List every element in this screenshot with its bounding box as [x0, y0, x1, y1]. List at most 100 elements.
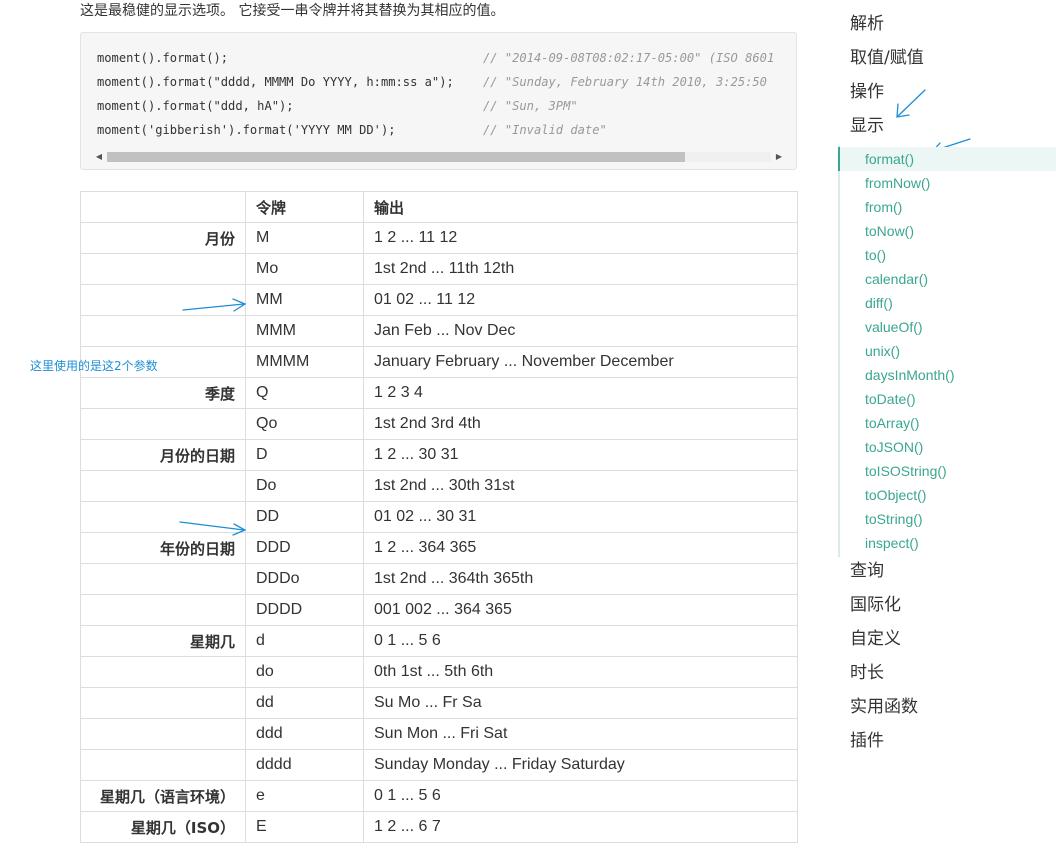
- sidebar-section-link[interactable]: 解析: [838, 10, 1056, 44]
- token-cell: MMM: [245, 315, 364, 347]
- table-row: MMMM January February ... November Decemb…: [80, 346, 798, 378]
- scroll-thumb[interactable]: [107, 152, 685, 162]
- token-cell: Q: [245, 377, 364, 409]
- code-call: moment().format("dddd, MMMM Do YYYY, h:m…: [97, 75, 454, 89]
- table-row: 年份的日期 DDD 1 2 ... 364 365: [80, 532, 798, 564]
- token-cell: dddd: [245, 749, 364, 781]
- output-cell: 1st 2nd ... 11th 12th: [363, 253, 798, 285]
- sidebar-item-link[interactable]: from(): [840, 195, 1056, 219]
- output-cell: Sunday Monday ... Friday Saturday: [363, 749, 798, 781]
- table-row: 月份 M 1 2 ... 11 12: [80, 222, 798, 254]
- output-cell: 001 002 ... 364 365: [363, 594, 798, 626]
- sidebar-section-link[interactable]: 取值/赋值: [838, 44, 1056, 78]
- code-line: moment().format("ddd, hA"); // "Sun, 3PM": [97, 94, 787, 118]
- token-category: [80, 501, 246, 533]
- sidebar-section-link[interactable]: 时长: [838, 659, 1056, 693]
- code-comment: // "2014-09-08T08:02:17-05:00" (ISO 8601: [483, 51, 775, 65]
- code-comment: // "Invalid date": [483, 123, 607, 137]
- sidebar-item-link[interactable]: to(): [840, 243, 1056, 267]
- code-comment: // "Sunday, February 14th 2010, 3:25:50: [483, 75, 767, 89]
- sidebar-section-link[interactable]: 显示: [838, 112, 1056, 146]
- sidebar-item-link[interactable]: toObject(): [840, 483, 1056, 507]
- token-category: 月份: [80, 222, 246, 254]
- code-block: moment().format(); // "2014-09-08T08:02:1…: [80, 32, 797, 170]
- token-cell: ddd: [245, 718, 364, 750]
- token-category: [80, 563, 246, 595]
- sidebar-item-link[interactable]: daysInMonth(): [840, 363, 1056, 387]
- table-row: 月份的日期 D 1 2 ... 30 31: [80, 439, 798, 471]
- sidebar-section-link[interactable]: 查询: [838, 557, 1056, 591]
- intro-text: 这是最稳健的显示选项。 它接受一串令牌并将其替换为其相应的值。: [80, 3, 505, 19]
- sidebar-section-link[interactable]: 自定义: [838, 625, 1056, 659]
- sidebar-item-link[interactable]: format(): [838, 147, 1056, 171]
- token-cell: Mo: [245, 253, 364, 285]
- token-cell: DDDo: [245, 563, 364, 595]
- output-cell: 1st 2nd ... 30th 31st: [363, 470, 798, 502]
- output-cell: 1 2 ... 6 7: [363, 811, 798, 843]
- sidebar-item-link[interactable]: valueOf(): [840, 315, 1056, 339]
- token-category: 星期几: [80, 625, 246, 657]
- output-cell: 01 02 ... 30 31: [363, 501, 798, 533]
- sidebar-section-link[interactable]: 国际化: [838, 591, 1056, 625]
- horizontal-scrollbar[interactable]: ◀ ▶: [93, 151, 785, 163]
- token-category: 季度: [80, 377, 246, 409]
- table-row: Mo 1st 2nd ... 11th 12th: [80, 253, 798, 285]
- output-cell: 1st 2nd ... 364th 365th: [363, 563, 798, 595]
- sidebar-item-link[interactable]: calendar(): [840, 267, 1056, 291]
- sidebar-item-link[interactable]: toNow(): [840, 219, 1056, 243]
- header-token: 令牌: [245, 191, 364, 223]
- output-cell: 0 1 ... 5 6: [363, 780, 798, 812]
- token-cell: do: [245, 656, 364, 688]
- sidebar-item-link[interactable]: unix(): [840, 339, 1056, 363]
- scroll-left-arrow-icon[interactable]: ◀: [93, 151, 105, 163]
- output-cell: Sun Mon ... Fri Sat: [363, 718, 798, 750]
- scroll-right-arrow-icon[interactable]: ▶: [773, 151, 785, 163]
- sidebar-item-link[interactable]: toString(): [840, 507, 1056, 531]
- sidebar-item-link[interactable]: toArray(): [840, 411, 1056, 435]
- table-row: 季度 Q 1 2 3 4: [80, 377, 798, 409]
- sidebar-section-link[interactable]: 插件: [838, 727, 1056, 761]
- token-cell: e: [245, 780, 364, 812]
- output-cell: Jan Feb ... Nov Dec: [363, 315, 798, 347]
- token-category: [80, 656, 246, 688]
- table-row: MMM Jan Feb ... Nov Dec: [80, 315, 798, 347]
- output-cell: 1 2 ... 364 365: [363, 532, 798, 564]
- output-cell: 1 2 3 4: [363, 377, 798, 409]
- table-row: 星期几 d 0 1 ... 5 6: [80, 625, 798, 657]
- sidebar-item-link[interactable]: inspect(): [840, 531, 1056, 555]
- token-cell: dd: [245, 687, 364, 719]
- token-cell: Do: [245, 470, 364, 502]
- sidebar-item-link[interactable]: toDate(): [840, 387, 1056, 411]
- table-row: Do 1st 2nd ... 30th 31st: [80, 470, 798, 502]
- sidebar-item-link[interactable]: toJSON(): [840, 435, 1056, 459]
- code-call: moment().format();: [97, 51, 229, 65]
- sidebar-item-link[interactable]: fromNow(): [840, 171, 1056, 195]
- output-cell: 1 2 ... 30 31: [363, 439, 798, 471]
- token-cell: MM: [245, 284, 364, 316]
- token-category: [80, 315, 246, 347]
- sidebar-item-link[interactable]: toISOString(): [840, 459, 1056, 483]
- token-category: 年份的日期: [80, 532, 246, 564]
- scroll-track[interactable]: [107, 152, 771, 162]
- token-cell: M: [245, 222, 364, 254]
- code-call: moment('gibberish').format('YYYY MM DD')…: [97, 123, 396, 137]
- table-header-row: 令牌 输出: [80, 191, 798, 223]
- table-row: DDDD 001 002 ... 364 365: [80, 594, 798, 626]
- token-category: [80, 687, 246, 719]
- output-cell: 01 02 ... 11 12: [363, 284, 798, 316]
- table-row: MM 01 02 ... 11 12: [80, 284, 798, 316]
- token-cell: DDDD: [245, 594, 364, 626]
- token-category: [80, 749, 246, 781]
- token-category: 月份的日期: [80, 439, 246, 471]
- code-comment: // "Sun, 3PM": [483, 99, 578, 113]
- sidebar-nav: 解析 取值/赋值 操作 显示 format() fromNow() from() toNow…: [838, 10, 1056, 761]
- token-cell: d: [245, 625, 364, 657]
- code-line: moment('gibberish').format('YYYY MM DD')…: [97, 118, 787, 142]
- table-row: DDDo 1st 2nd ... 364th 365th: [80, 563, 798, 595]
- output-cell: 0 1 ... 5 6: [363, 625, 798, 657]
- table-row: 星期几（ISO） E 1 2 ... 6 7: [80, 811, 798, 843]
- sidebar-item-link[interactable]: diff(): [840, 291, 1056, 315]
- token-cell: DD: [245, 501, 364, 533]
- sidebar-section-link[interactable]: 实用函数: [838, 693, 1056, 727]
- sidebar-section-link[interactable]: 操作: [838, 78, 1056, 112]
